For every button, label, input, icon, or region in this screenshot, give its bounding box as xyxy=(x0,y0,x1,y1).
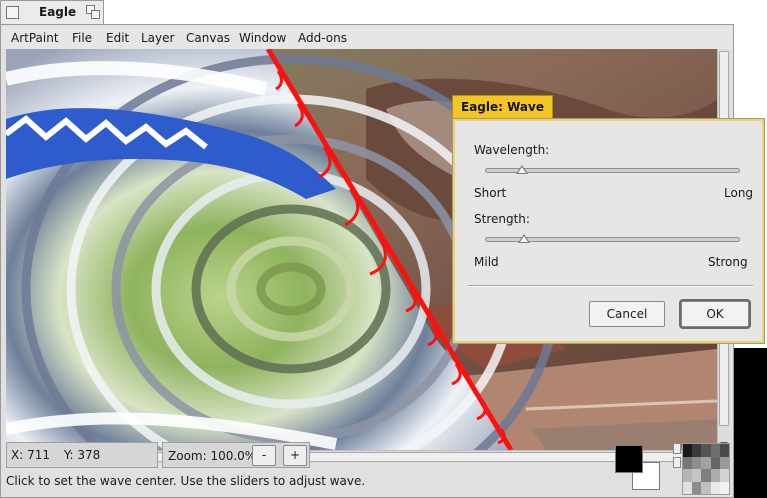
wavelength-slider-thumb[interactable] xyxy=(515,165,528,174)
menu-window[interactable]: Window xyxy=(239,31,286,45)
window-title: Eagle xyxy=(39,5,77,19)
ok-button[interactable]: OK xyxy=(681,301,749,327)
menu-artpaint[interactable]: ArtPaint xyxy=(11,31,59,45)
palette-swatch[interactable] xyxy=(710,481,720,494)
close-icon[interactable] xyxy=(6,6,19,19)
palette-swatch[interactable] xyxy=(683,444,693,457)
wavelength-slider[interactable] xyxy=(485,165,740,174)
menubar: ArtPaint File Edit Layer Canvas Window A… xyxy=(2,26,733,49)
palette-swatch[interactable] xyxy=(719,481,729,494)
zoom-panel: Zoom: 100.0% - + xyxy=(162,442,310,468)
zoom-out-button[interactable]: - xyxy=(252,445,276,466)
coordinate-readout: X: 711 Y: 378 xyxy=(6,442,158,468)
palette-next-icon[interactable] xyxy=(673,457,681,468)
palette-swatch[interactable] xyxy=(719,469,729,482)
strength-slider[interactable] xyxy=(485,234,740,243)
palette-swatch[interactable] xyxy=(710,469,720,482)
menu-canvas[interactable]: Canvas xyxy=(186,31,230,45)
strength-min-label: Mild xyxy=(474,255,499,269)
y-coordinate: Y: 378 xyxy=(63,448,101,462)
palette-swatch[interactable] xyxy=(719,444,729,457)
palette-swatch[interactable] xyxy=(683,456,693,469)
strength-label: Strength: xyxy=(474,212,530,226)
palette-swatch[interactable] xyxy=(683,481,693,494)
color-palette[interactable] xyxy=(682,443,730,495)
palette-swatch[interactable] xyxy=(683,469,693,482)
palette-prev-icon[interactable] xyxy=(673,443,681,454)
palette-swatch[interactable] xyxy=(719,456,729,469)
palette-swatch[interactable] xyxy=(710,456,720,469)
dialog-separator xyxy=(468,285,753,287)
wavelength-label: Wavelength: xyxy=(474,143,550,157)
desktop-background xyxy=(734,348,767,498)
menu-addons[interactable]: Add-ons xyxy=(298,31,347,45)
palette-swatch[interactable] xyxy=(692,469,702,482)
palette-swatch[interactable] xyxy=(692,444,702,457)
zoom-level: Zoom: 100.0% xyxy=(168,449,257,463)
strength-max-label: Strong xyxy=(708,255,748,269)
dialog-title-tab[interactable]: Eagle: Wave xyxy=(452,95,553,119)
palette-swatch[interactable] xyxy=(701,469,711,482)
palette-swatch[interactable] xyxy=(692,456,702,469)
palette-swatch[interactable] xyxy=(701,481,711,494)
window-tab[interactable]: Eagle xyxy=(0,0,104,24)
palette-swatch[interactable] xyxy=(701,444,711,457)
palette-arrows xyxy=(672,443,681,483)
menu-file[interactable]: File xyxy=(72,31,92,45)
status-hint: Click to set the wave center. Use the sl… xyxy=(6,474,366,488)
menu-edit[interactable]: Edit xyxy=(106,31,129,45)
palette-swatch[interactable] xyxy=(701,456,711,469)
palette-swatch[interactable] xyxy=(692,481,702,494)
strength-slider-thumb[interactable] xyxy=(518,234,531,243)
menu-layer[interactable]: Layer xyxy=(141,31,174,45)
zoom-in-button[interactable]: + xyxy=(283,445,307,466)
foreground-color-swatch[interactable] xyxy=(615,445,643,473)
zoom-window-icon[interactable] xyxy=(86,5,101,20)
palette-swatch[interactable] xyxy=(710,444,720,457)
cancel-button[interactable]: Cancel xyxy=(589,301,665,327)
x-coordinate: X: 711 xyxy=(11,448,50,462)
wavelength-max-label: Long xyxy=(724,186,754,200)
wavelength-min-label: Short xyxy=(474,186,507,200)
wave-dialog: Wavelength: Short Long Strength: Mild St… xyxy=(452,118,765,344)
